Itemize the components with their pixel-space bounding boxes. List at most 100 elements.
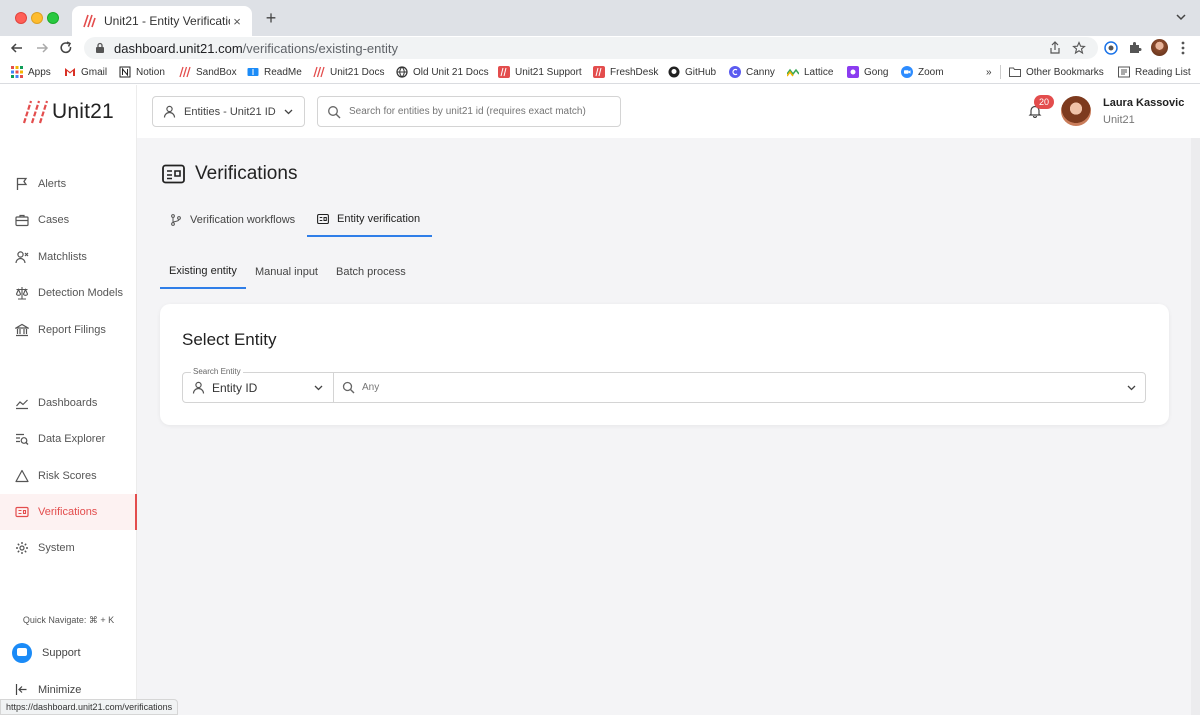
new-tab-button[interactable]: + [262,8,280,29]
tab-existing-entity[interactable]: Existing entity [160,255,246,289]
top-header: Entities - Unit21 ID 20 Laura Kassovic U… [137,85,1200,138]
flag-icon [16,177,28,190]
user-avatar[interactable] [1061,96,1091,126]
other-bookmarks[interactable]: Other Bookmarks [1009,64,1104,80]
browser-toolbar: dashboard.unit21.com/verifications/exist… [0,36,1200,60]
bookmarks-divider [1000,65,1001,79]
user-x-icon [15,251,29,264]
bookmark-freshdesk[interactable]: FreshDesk [593,64,658,80]
url-path: /verifications/existing-entity [242,40,398,56]
unit21-support-icon [498,66,510,78]
zoom-window-button[interactable] [47,12,59,24]
sidebar-item-verifications[interactable]: Verifications [0,494,137,530]
tab-close-icon[interactable]: × [230,14,244,29]
bookmark-gong[interactable]: Gong [847,64,888,80]
tab-verification-workflows[interactable]: Verification workflows [160,203,305,237]
bookmark-old-unit21-docs[interactable]: Old Unit 21 Docs [396,64,489,80]
browser-profile-avatar[interactable] [1151,39,1168,56]
tab-entity-verification[interactable]: Entity verification [307,203,432,237]
browser-tab[interactable]: Unit21 - Entity Verifications × [72,6,252,36]
sidebar-item-alerts[interactable]: Alerts [0,166,137,202]
notification-count-badge[interactable]: 20 [1034,95,1054,109]
bookmark-apps[interactable]: Apps [11,64,51,80]
tab-batch-process[interactable]: Batch process [327,255,415,289]
back-arrow-icon[interactable] [8,39,26,57]
quick-navigate-hint: Quick Navigate: ⌘ + K [22,615,115,625]
forward-arrow-icon[interactable] [33,39,51,57]
global-search[interactable] [317,96,621,127]
close-window-button[interactable] [15,12,27,24]
entity-search-input[interactable] [362,382,1126,393]
gear-icon [16,542,28,554]
zoom-icon [901,66,913,78]
sidebar-item-cases[interactable]: Cases [0,202,137,238]
folder-icon [1009,67,1021,77]
reading-list[interactable]: Reading List [1118,64,1191,80]
entity-id-dropdown[interactable]: Entity ID [183,373,334,402]
lattice-icon [787,68,799,77]
extension-icon[interactable] [1103,40,1119,56]
canny-icon [729,66,741,78]
minimize-sidebar-button[interactable]: Minimize [15,683,81,696]
freshdesk-icon [593,66,605,78]
bookmark-sandbox[interactable]: SandBox [179,64,237,80]
globe-icon [396,66,408,78]
id-card-icon [317,213,329,225]
sidebar-item-risk-scores[interactable]: Risk Scores [0,458,137,494]
briefcase-icon [15,214,29,227]
chart-line-icon [16,399,28,410]
select-entity-card: Select Entity Search Entity Entity ID [160,304,1169,425]
bookmark-github[interactable]: GitHub [668,64,716,80]
sidebar-item-system[interactable]: System [0,530,137,566]
bookmark-readme[interactable]: ReadMe [247,64,302,80]
bookmark-unit21-docs[interactable]: Unit21 Docs [313,64,384,80]
page-scrollbar[interactable] [1191,138,1200,715]
entity-type-label: Entities - Unit21 ID [184,105,276,118]
unit21-slash-icon [179,66,191,78]
global-search-input[interactable] [349,106,611,117]
bookmark-gmail[interactable]: Gmail [64,64,107,80]
chat-bubble-icon [12,643,32,663]
browser-menu-icon[interactable] [1180,40,1186,56]
gong-icon [847,66,859,78]
address-bar[interactable]: dashboard.unit21.com/verifications/exist… [84,37,1098,59]
sidebar-item-detection-models[interactable]: Detection Models [0,275,137,311]
share-icon[interactable] [1048,41,1062,55]
bookmark-unit21-support[interactable]: Unit21 Support [498,64,582,80]
notion-icon [119,66,131,78]
main-content: Verifications Verification workflows Ent… [137,138,1191,715]
tab-search-chevron-icon[interactable] [1174,10,1188,24]
minimize-window-button[interactable] [31,12,43,24]
bookmarks-overflow-button[interactable]: » [986,64,992,80]
bookmark-zoom[interactable]: Zoom [901,64,944,80]
browser-tab-bar: Unit21 - Entity Verifications × + [0,0,1200,36]
bank-icon [15,323,29,337]
reading-list-icon [1118,66,1130,78]
chevron-down-icon [284,109,293,115]
puzzle-extensions-icon[interactable] [1127,40,1143,56]
entity-id-label: Entity ID [212,380,258,395]
unit21-app: Unit21 Alerts Cases Matchlists Detection… [0,85,1200,715]
gmail-icon [65,68,75,76]
user-icon [163,105,176,118]
tab-manual-input[interactable]: Manual input [246,255,327,289]
bookmark-star-icon[interactable] [1072,41,1086,55]
entity-search-combobox[interactable] [334,373,1145,402]
bookmark-canny[interactable]: Canny [729,64,775,80]
github-icon [668,66,680,78]
url-host: dashboard.unit21.com [114,40,243,56]
sidebar-item-report-filings[interactable]: Report Filings [0,312,137,348]
unit21-logo[interactable]: Unit21 [20,100,114,124]
entity-type-dropdown[interactable]: Entities - Unit21 ID [152,96,305,127]
reload-icon[interactable] [57,39,75,57]
support-button[interactable]: Support [12,643,81,663]
sidebar-item-matchlists[interactable]: Matchlists [0,239,137,275]
search-icon [342,381,355,394]
card-title: Select Entity [182,330,277,349]
chevron-down-icon[interactable] [1126,382,1137,393]
bookmark-lattice[interactable]: Lattice [787,64,833,80]
sidebar-item-dashboards[interactable]: Dashboards [0,385,137,421]
bookmark-notion[interactable]: Notion [119,64,165,80]
user-name[interactable]: Laura Kassovic [1103,97,1184,109]
sidebar-item-data-explorer[interactable]: Data Explorer [0,421,137,457]
